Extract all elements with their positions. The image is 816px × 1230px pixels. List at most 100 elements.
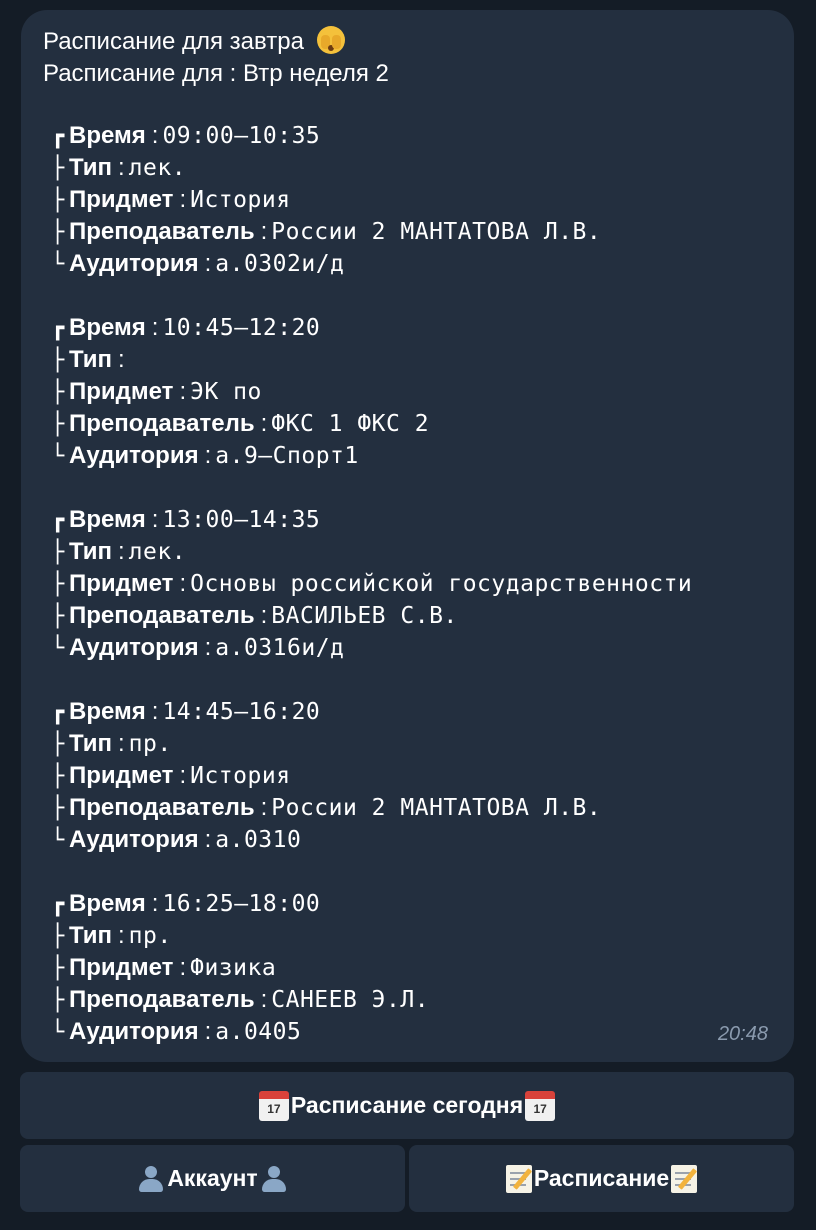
lesson-type-row: ├ Тип: пр. xyxy=(51,920,791,952)
lesson-block: ┏ Время:16:25–18:00 ├ Тип: пр. ├ Придмет: Физик… xyxy=(51,888,791,1048)
tree-connector: ├ xyxy=(51,380,65,405)
colon-separator: : xyxy=(118,730,125,757)
lesson-room-label: Аудитория xyxy=(69,250,199,277)
colon-separator: : xyxy=(179,378,187,405)
lesson-subject-row: ├ Придмет: История xyxy=(51,760,791,792)
lesson-teacher-value: САНЕЕВ Э.Л. xyxy=(271,987,430,1013)
colon-separator: : xyxy=(151,122,159,149)
lesson-time-value: 16:25–18:00 xyxy=(162,891,321,917)
colon-separator: : xyxy=(204,826,212,853)
tree-connector: ├ xyxy=(51,348,65,373)
account-label: Аккаунт xyxy=(167,1165,258,1191)
lesson-time-value: 13:00–14:35 xyxy=(162,507,321,533)
lesson-subject-row: ├ Придмет: Основы российской государственн… xyxy=(51,568,791,600)
lesson-teacher-row: ├ Преподаватель: России 2 МАНТАТОВА Л.В. xyxy=(51,792,791,824)
lesson-teacher-label: Преподаватель xyxy=(69,986,255,1013)
lesson-type-label: Тип xyxy=(69,730,112,757)
lesson-subject-label: Придмет xyxy=(69,570,174,597)
lesson-room-label: Аудитория xyxy=(69,1018,199,1045)
lesson-teacher-row: ├ Преподаватель: ФКС 1 ФКС 2 xyxy=(51,408,791,440)
lesson-time-row: ┏ Время:16:25–18:00 xyxy=(51,888,791,920)
schedule-button[interactable]: Расписание xyxy=(409,1145,794,1212)
colon-separator: : xyxy=(118,346,125,373)
lesson-type-label: Тип xyxy=(69,346,112,373)
lesson-time-label: Время xyxy=(69,122,146,149)
message-title: Расписание для завтра xyxy=(43,28,304,55)
tree-connector: ├ xyxy=(51,764,65,789)
tree-connector: ├ xyxy=(51,924,65,949)
lesson-subject-value: История xyxy=(190,187,291,213)
calendar-icon: 17 xyxy=(258,1090,289,1121)
lesson-type-row: ├ Тип: лек. xyxy=(51,536,791,568)
lesson-teacher-value: ФКС 1 ФКС 2 xyxy=(271,411,430,437)
colon-separator: : xyxy=(179,570,187,597)
lesson-type-value: пр. xyxy=(128,923,172,949)
lesson-room-row: └ Аудитория: а.0316и/д xyxy=(51,632,791,664)
lesson-subject-value: Основы российской государственности xyxy=(190,571,693,597)
lesson-room-label: Аудитория xyxy=(69,442,199,469)
lesson-block: ┏ Время:13:00–14:35 ├ Тип: лек. ├ Придмет: Осно… xyxy=(51,504,791,664)
tree-connector: ├ xyxy=(51,156,65,181)
colon-separator: : xyxy=(260,410,268,437)
tree-connector: ├ xyxy=(51,732,65,757)
today-schedule-label: Расписание сегодня xyxy=(290,1092,524,1118)
lesson-teacher-value: России 2 МАНТАТОВА Л.В. xyxy=(271,219,602,245)
colon-separator: : xyxy=(118,538,125,565)
lesson-type-row: ├ Тип: лек. xyxy=(51,152,791,184)
colon-separator: : xyxy=(260,218,268,245)
colon-separator: : xyxy=(179,186,187,213)
lesson-teacher-row: ├ Преподаватель: САНЕЕВ Э.Л. xyxy=(51,984,791,1016)
tree-connector: ┏ xyxy=(51,508,65,533)
lesson-teacher-label: Преподаватель xyxy=(69,602,255,629)
colon-separator: : xyxy=(204,1018,212,1045)
lesson-type-label: Тип xyxy=(69,922,112,949)
tree-connector: ├ xyxy=(51,988,65,1013)
colon-separator: : xyxy=(179,762,187,789)
lesson-subject-label: Придмет xyxy=(69,378,174,405)
tree-connector: ├ xyxy=(51,604,65,629)
lesson-room-label: Аудитория xyxy=(69,634,199,661)
colon-separator: : xyxy=(204,250,212,277)
today-schedule-button[interactable]: 17 Расписание сегодня 17 xyxy=(20,1072,794,1139)
lesson-teacher-label: Преподаватель xyxy=(69,218,255,245)
lesson-time-row: ┏ Время:10:45–12:20 xyxy=(51,312,791,344)
lesson-type-value: лек. xyxy=(128,155,187,181)
tree-connector: └ xyxy=(51,1020,65,1045)
lesson-subject-value: ЭК по xyxy=(190,379,262,405)
tree-connector: ├ xyxy=(51,188,65,213)
message-title-line: Расписание для завтра xyxy=(43,26,345,58)
lesson-time-label: Время xyxy=(69,314,146,341)
colon-separator: : xyxy=(151,314,159,341)
account-button[interactable]: Аккаунт xyxy=(20,1145,405,1212)
tree-connector: ┏ xyxy=(51,316,65,341)
lesson-time-value: 09:00–10:35 xyxy=(162,123,321,149)
lesson-time-row: ┏ Время:09:00–10:35 xyxy=(51,120,791,152)
lesson-subject-value: Физика xyxy=(190,955,277,981)
colon-separator: : xyxy=(118,154,125,181)
memo-icon xyxy=(671,1164,698,1193)
tree-connector: └ xyxy=(51,444,65,469)
lesson-room-value: а.0310 xyxy=(215,827,302,853)
tree-connector: ├ xyxy=(51,796,65,821)
lesson-room-value: а.0302и/д xyxy=(215,251,345,277)
colon-separator: : xyxy=(118,922,125,949)
colon-separator: : xyxy=(151,506,159,533)
lesson-block: ┏ Время:09:00–10:35 ├ Тип: лек. ├ Придмет: Исто… xyxy=(51,120,791,280)
lesson-room-label: Аудитория xyxy=(69,826,199,853)
colon-separator: : xyxy=(260,986,268,1013)
tree-connector: ┏ xyxy=(51,700,65,725)
lesson-teacher-value: ВАСИЛЬЕВ С.В. xyxy=(271,603,458,629)
colon-separator: : xyxy=(260,794,268,821)
tree-connector: ├ xyxy=(51,540,65,565)
person-silhouette-icon xyxy=(137,1164,165,1194)
tree-connector: ├ xyxy=(51,220,65,245)
lesson-subject-row: ├ Придмет: Физика xyxy=(51,952,791,984)
calendar-icon: 17 xyxy=(525,1090,556,1121)
message-timestamp: 20:48 xyxy=(717,1023,768,1045)
lesson-type-label: Тип xyxy=(69,154,112,181)
lesson-teacher-value: России 2 МАНТАТОВА Л.В. xyxy=(271,795,602,821)
colon-separator: : xyxy=(179,954,187,981)
lesson-subject-label: Придмет xyxy=(69,186,174,213)
lesson-type-row: ├ Тип: xyxy=(51,344,791,376)
lesson-teacher-row: ├ Преподаватель: ВАСИЛЬЕВ С.В. xyxy=(51,600,791,632)
